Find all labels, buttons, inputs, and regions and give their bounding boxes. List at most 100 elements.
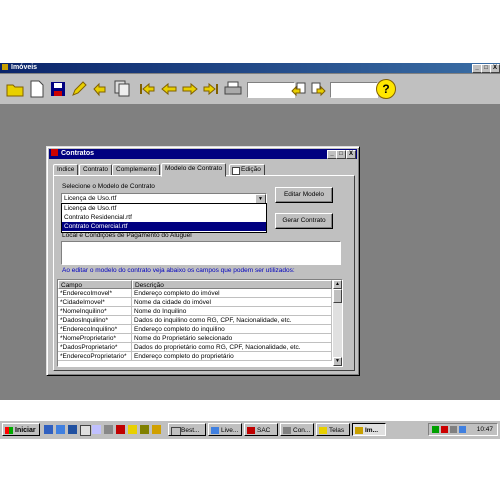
task-label: Best... [181,427,200,434]
quicklaunch-window-icon[interactable] [92,425,101,434]
first-record-icon[interactable] [138,80,156,98]
quicklaunch-folder-icon[interactable] [80,425,91,436]
windows-logo-icon [5,427,13,434]
location-input[interactable] [61,241,341,265]
table-row[interactable]: *CidadeImovel* Nome da cidade do imóvel [58,298,332,307]
taskbar-item-sac[interactable]: SAC [244,423,278,436]
start-button[interactable]: Iniciar [2,423,40,436]
table-cell: *EnderecoImovel* [58,289,132,298]
table-cell: Nome do Inquilino [132,307,332,316]
task-icon [171,427,181,435]
table-row[interactable]: *EnderecoProprietario* Endereço completo … [58,352,332,361]
fields-grid[interactable]: Campo Descrição *EnderecoImovel* Endereço… [57,279,343,367]
contracts-dialog: Contratos _ □ X Indice Contrato Compleme… [46,146,360,376]
task-icon [211,427,219,434]
clock[interactable]: 10:47 [477,424,493,435]
table-cell: *EnderecoProprietario* [58,352,132,361]
next-record-icon[interactable] [181,80,199,98]
contract-model-dropdown: Licença de Uso.rtf Contrato Residencial.… [61,203,267,233]
tray-volume-icon[interactable] [450,426,457,433]
generate-contract-button[interactable]: Gerar Contrato [275,213,333,229]
dropdown-option-licenca[interactable]: Licença de Uso.rtf [62,204,266,213]
table-cell: *NomeInquilino* [58,307,132,316]
quicklaunch-notes-icon[interactable] [152,425,161,434]
tab-modelo-de-contrato[interactable]: Modelo de Contrato [161,163,227,177]
tab-edicao-label: Edição [241,166,261,173]
task-icon [247,427,255,434]
scroll-down-icon[interactable]: ▼ [333,357,342,366]
dropdown-option-residencial[interactable]: Contrato Residencial.rtf [62,213,266,222]
quicklaunch-app-icon[interactable] [116,425,125,434]
quicklaunch-desktop-icon[interactable] [68,425,77,434]
task-icon [283,427,291,434]
app-title: Imóveis [11,64,38,71]
contract-model-select[interactable]: Licença de Uso.rtf ▼ [61,193,267,204]
dropdown-option-comercial[interactable]: Contrato Comercial.rtf [62,222,266,231]
task-icon [319,427,327,434]
taskbar-item-con[interactable]: Con... [280,423,314,436]
search-field-1[interactable] [247,82,295,98]
table-row[interactable]: *NomeInquilino* Nome do Inquilino [58,307,332,316]
combo-value: Licença de Uso.rtf [64,195,117,202]
main-title-bar[interactable]: Imóveis _ □ X [0,63,500,73]
tray-monitor-icon[interactable] [459,426,466,433]
dialog-title: Contratos [61,150,95,157]
grid-scrollbar[interactable]: ▲ ▼ [333,280,342,366]
taskbar-item-imoveis[interactable]: Im... [352,423,386,436]
last-record-icon[interactable] [202,80,220,98]
previous-record-icon[interactable] [160,80,178,98]
quicklaunch-files-icon[interactable] [128,425,137,434]
save-icon[interactable] [49,80,67,98]
edit-icon[interactable] [70,80,88,98]
dialog-app-icon [51,149,58,156]
info-text: Ao editar o modelo do contrato veja abai… [62,267,295,274]
close-button[interactable]: X [490,64,500,73]
table-row[interactable]: *DadosProprietario* Dados do proprietário… [58,343,332,352]
table-row[interactable]: *EnderecoInquilino* Endereço completo do … [58,325,332,334]
copy-pages-icon[interactable] [114,80,132,98]
taskbar-item-live[interactable]: Live... [208,423,242,436]
table-row[interactable]: *DadosInquilino* Dados do inquilino como … [58,316,332,325]
task-label: Con... [293,427,311,434]
search-field-2[interactable] [330,82,378,98]
new-document-icon[interactable] [28,80,46,98]
table-cell: Nome do Proprietário selecionado [132,334,332,343]
search-forward-icon[interactable] [309,80,327,98]
toolbar: ? [0,74,500,105]
table-cell: Endereço completo do imóvel [132,289,332,298]
search-backward-icon[interactable] [290,80,308,98]
location-label: Local e Condições de Pagamento do Alugue… [62,232,192,239]
dialog-close-button[interactable]: X [346,150,356,159]
table-row[interactable]: *EnderecoImovel* Endereço completo do imó… [58,289,332,298]
print-icon[interactable] [224,80,242,98]
task-label: Live... [221,427,239,434]
table-row[interactable]: *NomeProprietario* Nome do Proprietário s… [58,334,332,343]
app-icon [2,64,8,70]
help-icon[interactable]: ? [376,79,396,99]
table-cell: Endereço completo do inquilino [132,325,332,334]
task-label: Im... [365,427,379,434]
table-cell: *EnderecoInquilino* [58,325,132,334]
table-cell: Nome da cidade do imóvel [132,298,332,307]
column-header-descricao[interactable]: Descrição [132,280,332,289]
dialog-title-bar[interactable]: Contratos _ □ X [49,149,357,159]
open-folder-icon[interactable] [6,80,24,98]
undo-icon[interactable] [90,80,108,98]
quicklaunch-explorer-icon[interactable] [104,425,113,434]
scroll-thumb[interactable] [333,289,342,303]
table-cell: *CidadeImovel* [58,298,132,307]
quicklaunch-tool-icon[interactable] [140,425,149,434]
dialog-maximize-button[interactable]: □ [336,150,346,159]
taskbar-item-telas[interactable]: Telas [316,423,350,436]
task-label: Telas [329,427,345,434]
edit-tab-icon [232,167,240,175]
taskbar-item-best[interactable]: Best... [168,423,206,436]
scroll-up-icon[interactable]: ▲ [333,280,342,289]
edit-model-button[interactable]: Editar Modelo [275,187,333,203]
tray-antivirus-icon[interactable] [441,426,448,433]
select-model-label: Selecione o Modelo de Contrato [62,183,155,190]
quicklaunch-browser-icon[interactable] [44,425,53,434]
column-header-campo[interactable]: Campo [58,280,132,289]
tray-network-icon[interactable] [432,426,439,433]
quicklaunch-ie-icon[interactable] [56,425,65,434]
